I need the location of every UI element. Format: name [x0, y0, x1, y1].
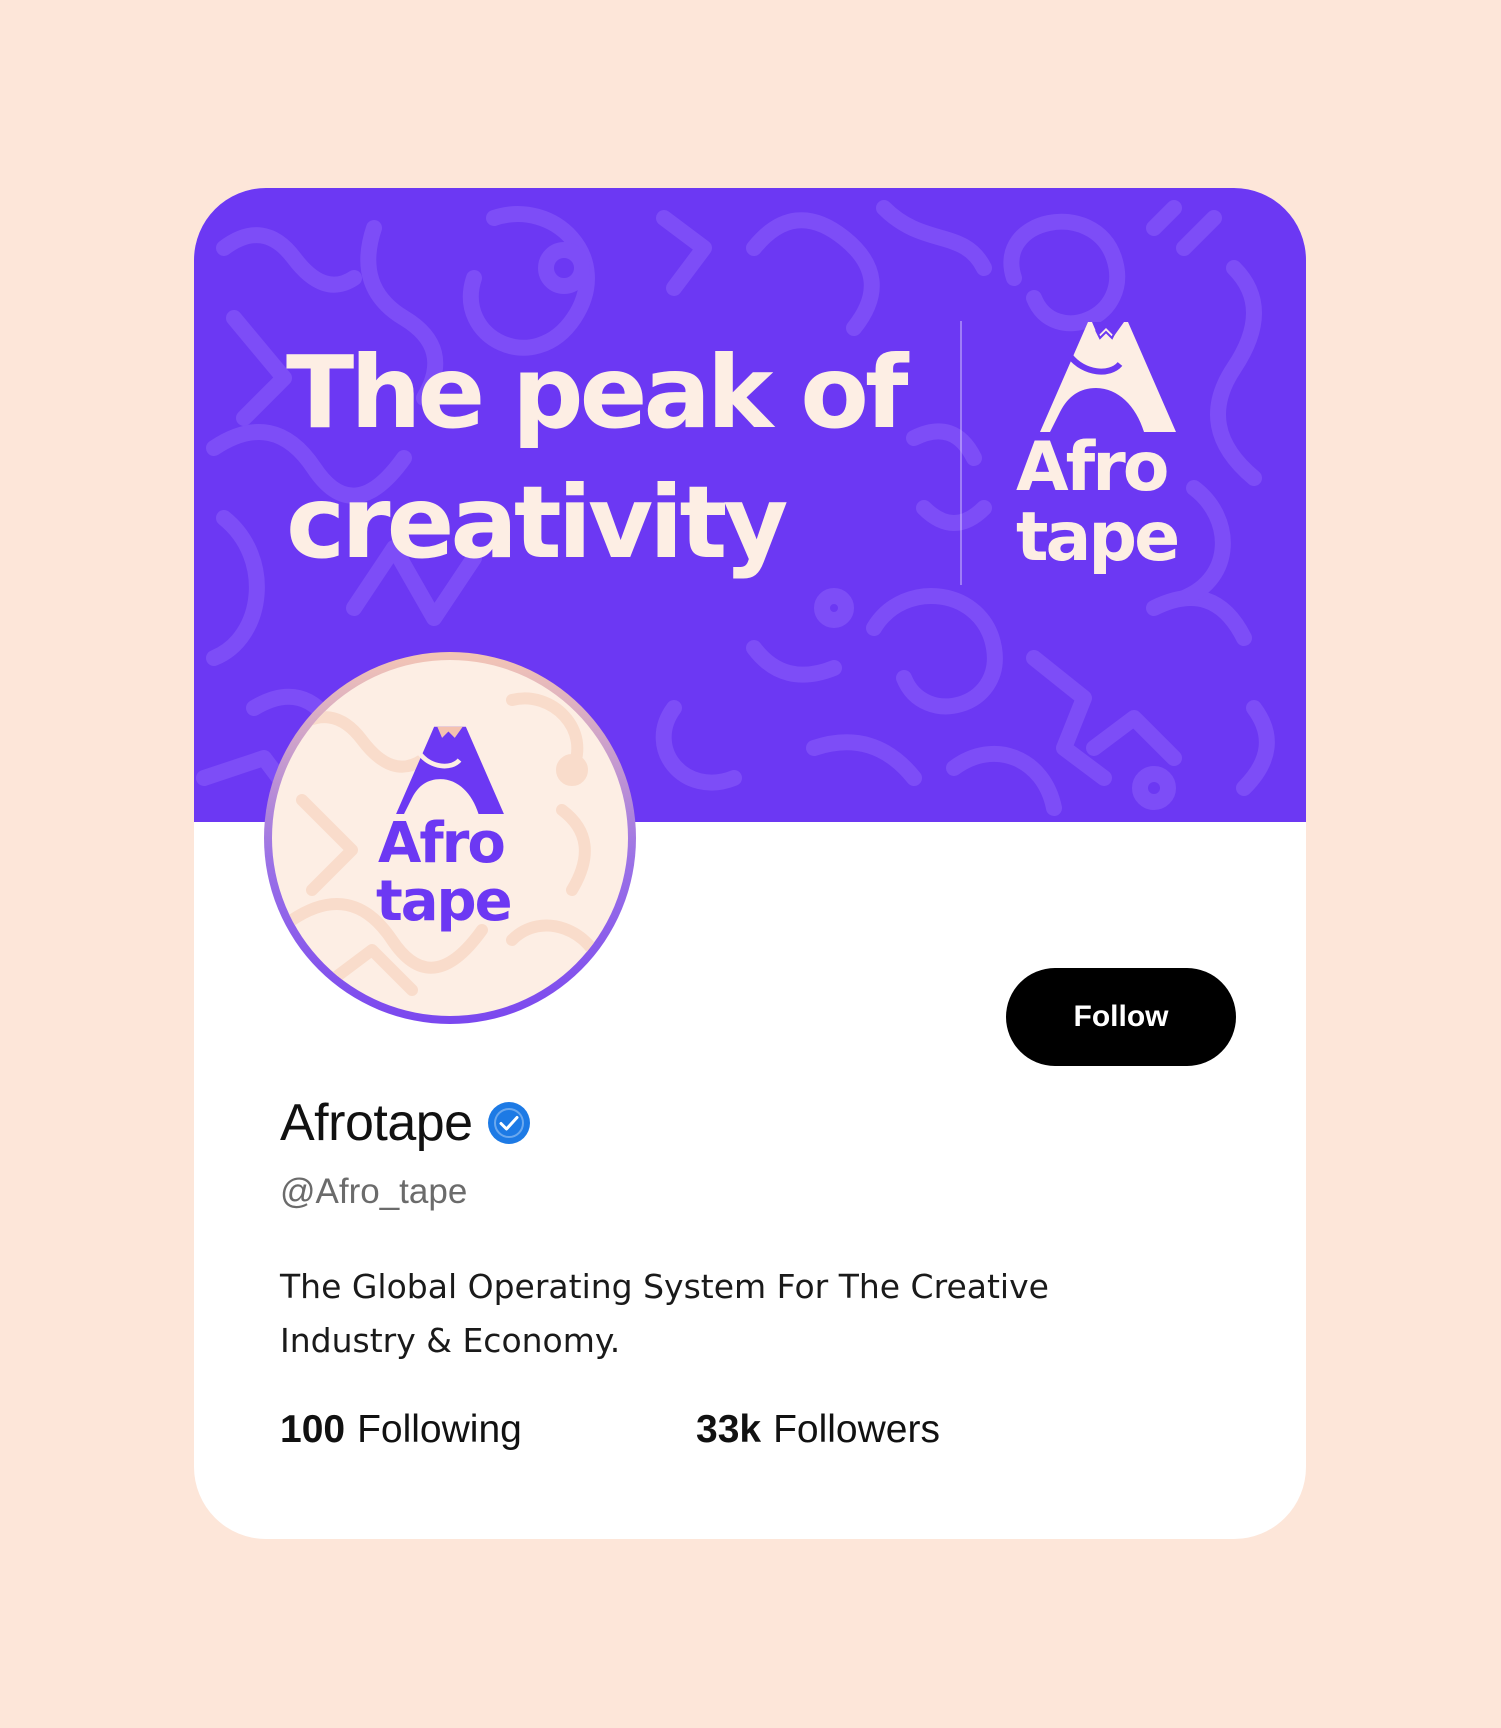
followers-stat[interactable]: 33k Followers [696, 1408, 940, 1452]
page-background: The peak of creativity Afro tape Afro ta… [0, 0, 1501, 1728]
banner-headline-line1: The peak of [286, 334, 908, 451]
avatar-logo-word-afro: Afro [378, 811, 506, 876]
profile-handle[interactable]: @Afro_tape [280, 1172, 467, 1212]
profile-name-row: Afrotape [280, 1088, 531, 1158]
banner-logo-word-afro: Afro [1016, 428, 1169, 507]
banner-logo-word-tape: tape [1016, 498, 1180, 577]
mountain-logo-icon [396, 726, 504, 814]
banner-headline-line2: creativity [286, 464, 788, 581]
following-label: Following [357, 1408, 522, 1451]
banner-afrotape-logo: Afro tape [1016, 316, 1196, 596]
avatar-logo-word-tape: tape [376, 869, 513, 934]
following-count: 100 [280, 1408, 346, 1451]
banner-divider [960, 321, 962, 585]
profile-avatar[interactable]: Afro tape [264, 652, 636, 1024]
profile-card: The peak of creativity Afro tape Afro ta… [194, 188, 1306, 1539]
follow-button[interactable]: Follow [1006, 968, 1236, 1066]
profile-stats: 100 Following 33k Followers [280, 1408, 940, 1452]
followers-count: 33k [696, 1408, 762, 1451]
banner-headline: The peak of creativity [286, 328, 908, 588]
following-stat[interactable]: 100 Following [280, 1408, 696, 1452]
profile-display-name: Afrotape [280, 1094, 473, 1152]
followers-label: Followers [773, 1408, 940, 1451]
profile-bio: The Global Operating System For The Crea… [280, 1267, 1049, 1360]
mountain-logo-icon [1040, 322, 1176, 432]
avatar-image: Afro tape [272, 660, 628, 1016]
verified-badge-icon [487, 1102, 530, 1144]
